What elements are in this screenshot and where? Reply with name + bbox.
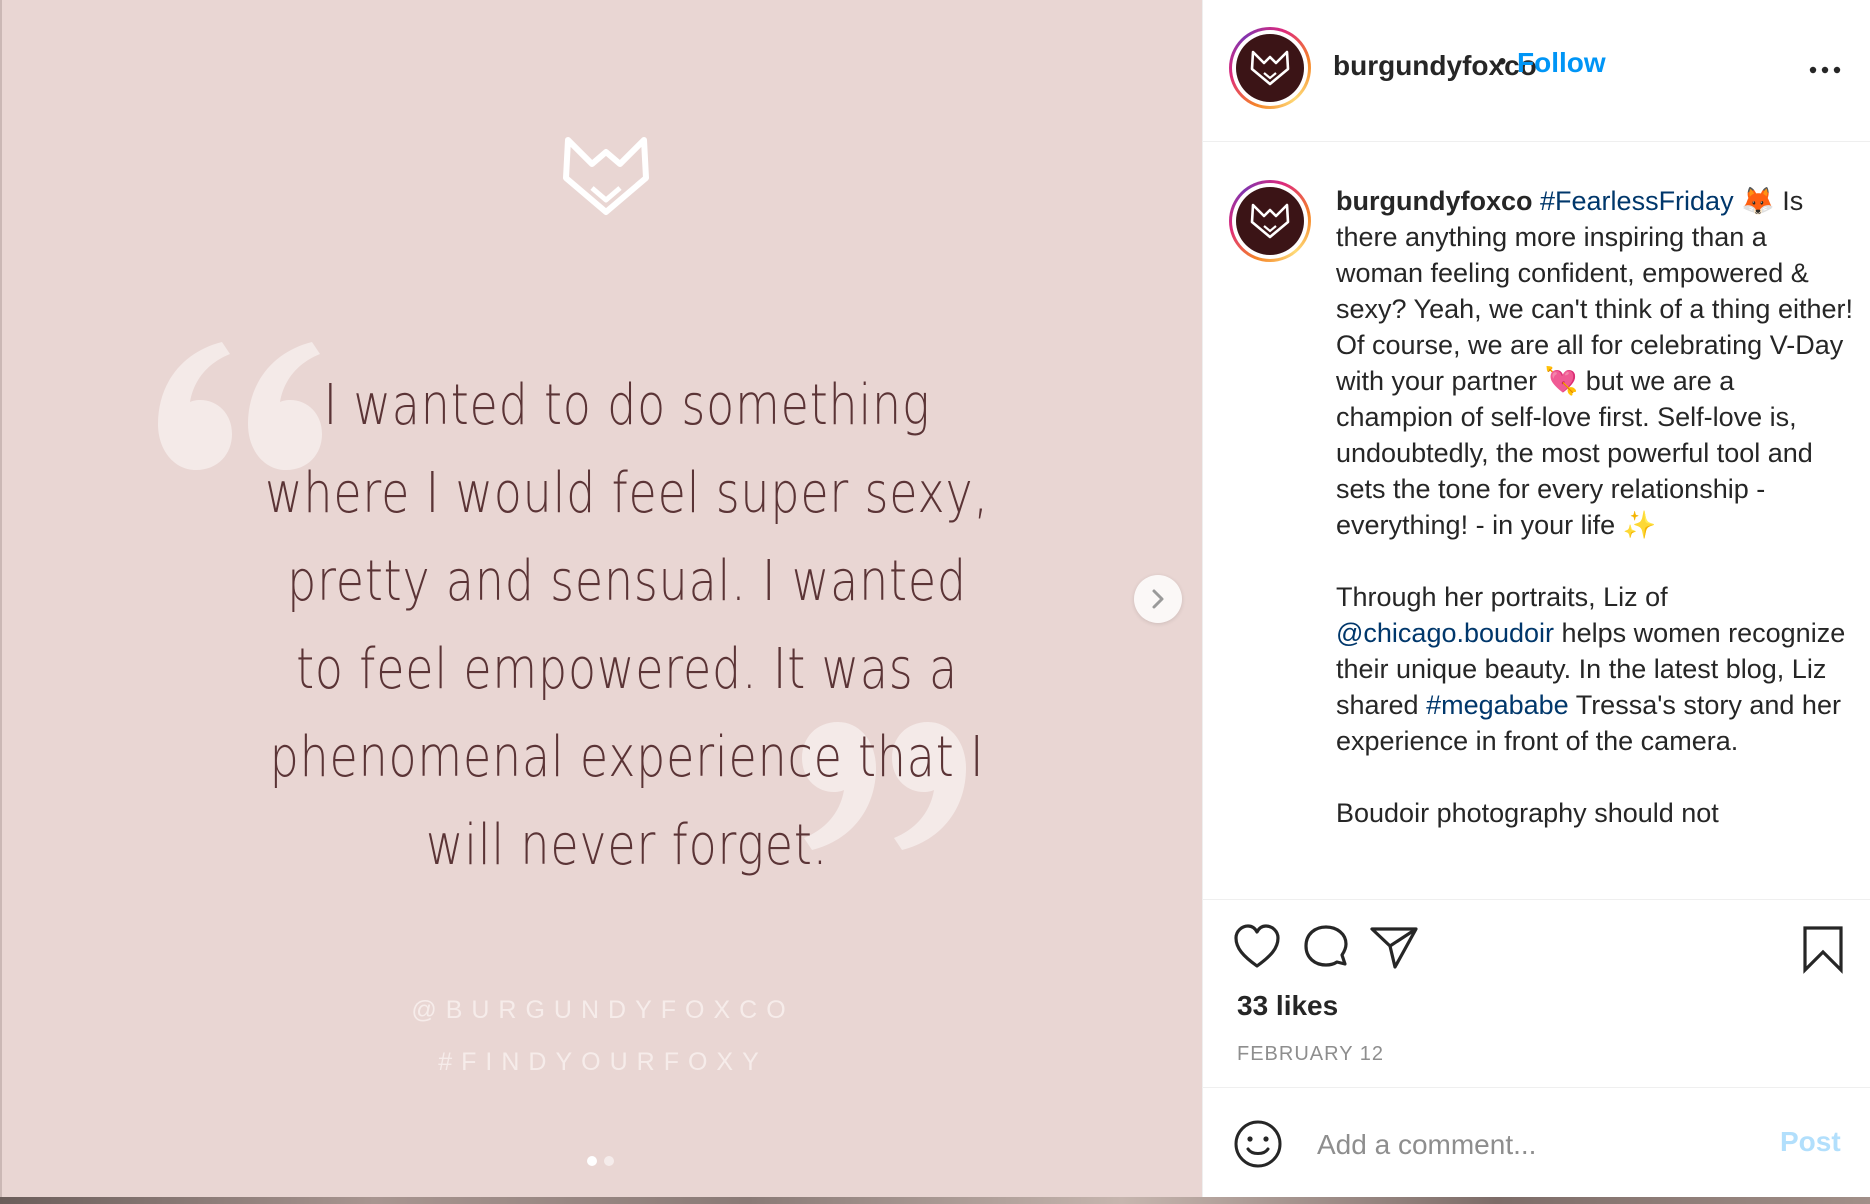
- background-strip: [0, 1197, 1870, 1204]
- post-date[interactable]: FEBRUARY 12: [1237, 1043, 1384, 1066]
- fox-avatar-icon: [1250, 50, 1290, 86]
- image-hashtag: #FINDYOURFOXY: [438, 1048, 768, 1076]
- bookmark-icon[interactable]: [1801, 924, 1845, 974]
- share-icon[interactable]: [1369, 924, 1419, 970]
- post-sidebar: burgundyfoxco • Follow burgundyfoxco #Fe…: [1202, 0, 1870, 1197]
- caption-area[interactable]: burgundyfoxco #FearlessFriday 🦊 Is there…: [1203, 141, 1870, 900]
- post-header: burgundyfoxco • Follow: [1203, 0, 1870, 142]
- comment-icon[interactable]: [1301, 924, 1351, 972]
- carousel-dot-active: [587, 1156, 597, 1166]
- more-icon[interactable]: [1808, 58, 1842, 82]
- separator-dot: •: [1498, 48, 1507, 75]
- emoji-icon[interactable]: [1233, 1119, 1283, 1169]
- caption-username[interactable]: burgundyfoxco: [1336, 186, 1533, 216]
- fox-avatar-icon: [1250, 203, 1290, 239]
- carousel-dot: [604, 1156, 614, 1166]
- likes-count[interactable]: 33 likes: [1237, 990, 1338, 1022]
- post-comment-button[interactable]: Post: [1780, 1126, 1841, 1158]
- hashtag-link[interactable]: #megababe: [1426, 690, 1569, 720]
- avatar[interactable]: [1229, 27, 1311, 109]
- comment-input[interactable]: [1315, 1124, 1759, 1166]
- caption-part: Through her portraits, Liz of: [1336, 582, 1668, 612]
- mention-link[interactable]: @chicago.boudoir: [1336, 618, 1554, 648]
- fox-emoji: 🦊: [1741, 186, 1775, 216]
- heart-icon[interactable]: [1233, 924, 1281, 970]
- chevron-right-icon: [1152, 589, 1164, 609]
- heart-emoji: 💘: [1544, 366, 1579, 396]
- quote-text: I wanted to do something where I would f…: [265, 373, 989, 878]
- next-slide-button[interactable]: [1134, 575, 1182, 623]
- caption-text: burgundyfoxco #FearlessFriday 🦊 Is there…: [1336, 183, 1856, 831]
- caption-avatar[interactable]: [1229, 180, 1311, 262]
- sparkle-emoji: ✨: [1622, 510, 1657, 540]
- image-handle: @BURGUNDYFOXCO: [411, 996, 795, 1024]
- fox-logo-icon: [563, 137, 649, 215]
- caption-part: Is there anything more inspiring than a …: [1336, 186, 1861, 396]
- post-image[interactable]: I wanted to do something where I would f…: [0, 0, 1202, 1197]
- comment-bar: Post: [1203, 1087, 1870, 1198]
- hashtag-link[interactable]: #FearlessFriday: [1540, 186, 1734, 216]
- carousel-indicator: [587, 1156, 614, 1166]
- follow-button[interactable]: Follow: [1517, 47, 1606, 79]
